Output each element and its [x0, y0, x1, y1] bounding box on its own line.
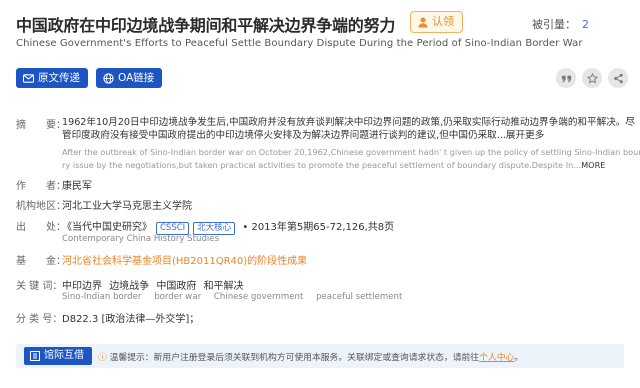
author-label: 作 者： — [16, 181, 66, 192]
source-row: 出 处： 《当代中国史研究》 CSSCI 北大核心 • 2013年第5期65-72,… — [16, 218, 624, 246]
oa-link-button[interactable]: OA链接 — [96, 68, 163, 88]
cited-count: 被引量： 2 — [532, 18, 589, 31]
keyword-link[interactable]: 边境战争 — [109, 281, 149, 292]
source-label: 出 处： — [16, 222, 66, 233]
star-icon[interactable] — [582, 68, 602, 88]
warning-icon: ⓘ — [98, 353, 107, 363]
personal-center-link[interactable]: 个人中心 — [479, 353, 514, 363]
quote-icon[interactable] — [556, 68, 576, 88]
keywords-label: 关 键 词： — [16, 281, 63, 292]
fulltext-delivery-button[interactable]: 原文传递 — [16, 68, 88, 88]
classification-value[interactable]: D822.3 [政治法律—外交学]； — [62, 310, 199, 325]
keyword-en[interactable]: peaceful settlement — [316, 292, 402, 302]
abstract-expand-link[interactable]: 管印度政府没有接受中国政府提出的中印边境停火安排及为解决边界问题进行谈判的建议,… — [62, 129, 640, 142]
keyword-link[interactable]: 和平解决 — [204, 281, 244, 292]
user-icon — [418, 17, 428, 28]
tool-icons — [556, 68, 628, 88]
journal-link[interactable]: 《当代中国史研究》 — [62, 222, 152, 233]
affiliation-label: 机构地区： — [16, 201, 66, 212]
action-buttons: 原文传递 OA链接 — [16, 68, 163, 88]
keywords-en: Sino-Indian border border war Chinese go… — [62, 292, 402, 302]
abstract-en: After the outbreak of Sino-Indian border… — [62, 147, 640, 170]
fund-label: 基 金： — [16, 256, 66, 267]
keyword-link[interactable]: 中印边界 — [62, 281, 102, 292]
issue-info: • 2013年第5期65-72,126,共8页 — [242, 222, 395, 233]
claim-button[interactable]: 认领 — [410, 11, 463, 33]
page-subtitle: Chinese Government's Efforts to Peaceful… — [16, 38, 583, 49]
tip-text: ⓘ 温馨提示：新用户注册登录后须关联到机构方可使用本服务。关联绑定或查询请求状态… — [98, 353, 524, 363]
keyword-link[interactable]: 中国政府 — [156, 281, 196, 292]
author-name[interactable]: 康民军 — [62, 177, 92, 192]
classification-label: 分 类 号： — [16, 314, 63, 325]
source-value: 《当代中国史研究》 CSSCI 北大核心 • 2013年第5期65-72,126,共… — [62, 218, 394, 235]
keyword-en[interactable]: border war — [154, 292, 201, 302]
page-title: 中国政府在中印边境战争期间和平解决边界争端的努力 — [16, 16, 396, 35]
abstract-row: 摘 要： 1962年10月20日中印边境战争发生后,中国政府并没有放弃谈判解决中… — [16, 116, 640, 172]
keywords-row: 关 键 词： 中印边界 边境战争 中国政府 和平解决 Sino-Indian b… — [16, 277, 624, 305]
keyword-en[interactable]: Sino-Indian border — [62, 292, 141, 302]
affiliation-value[interactable]: 河北工业大学马克思主义学院 — [62, 197, 192, 212]
abstract-more-link[interactable]: MORE — [581, 160, 605, 170]
abstract-label: 摘 要： — [16, 120, 66, 131]
abstract-cn: 1962年10月20日中印边境战争发生后,中国政府并没有放弃谈判解决中印边界问题… — [62, 116, 640, 142]
globe-icon — [103, 72, 114, 84]
library-icon — [30, 351, 40, 361]
keywords-cn: 中印边界 边境战争 中国政府 和平解决 — [62, 277, 244, 292]
interlibrary-bar: 馆际互借 ⓘ 温馨提示：新用户注册登录后须关联到机构方可使用本服务。关联绑定或查… — [16, 344, 624, 368]
cited-number[interactable]: 2 — [582, 18, 589, 31]
fund-value[interactable]: 河北省社会科学基金项目(HB2011QR40)的阶段性成果 — [62, 252, 307, 267]
journal-en: Contemporary China History Studies — [62, 234, 220, 244]
interlibrary-loan-button[interactable]: 馆际互借 — [24, 347, 92, 365]
claim-label: 认领 — [432, 15, 454, 28]
mail-icon — [23, 73, 34, 83]
keyword-en[interactable]: Chinese government — [214, 292, 303, 302]
share-icon[interactable] — [608, 68, 628, 88]
title-row: 中国政府在中印边境战争期间和平解决边界争端的努力 认领 被引量： 2 — [16, 10, 624, 36]
